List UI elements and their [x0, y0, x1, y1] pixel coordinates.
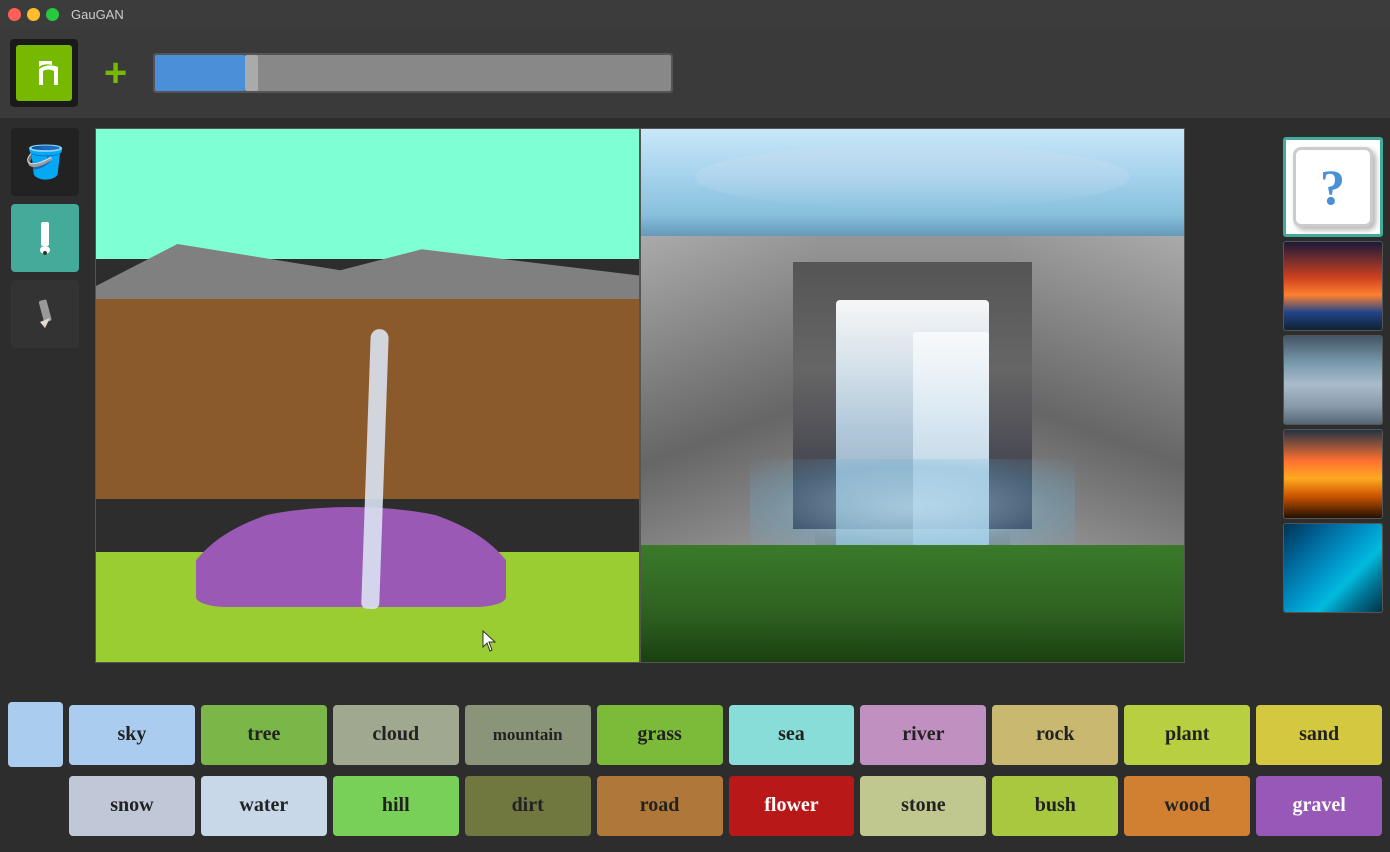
palette-row-2: snow water hill dirt road flower stone b…	[8, 773, 1382, 838]
minimize-button[interactable]	[27, 8, 40, 21]
palette-flower[interactable]: flower	[729, 776, 855, 836]
palette-row-1: sky tree cloud mountain grass sea river …	[8, 702, 1382, 767]
pencil-icon	[27, 296, 63, 332]
maximize-button[interactable]	[46, 8, 59, 21]
brush-tool[interactable]	[11, 204, 79, 272]
palette-river[interactable]: river	[860, 705, 986, 765]
palette-snow[interactable]: snow	[69, 776, 195, 836]
palette-gravel[interactable]: gravel	[1256, 776, 1382, 836]
main-content: 🪣	[0, 118, 1390, 697]
titlebar: GauGAN	[0, 0, 1390, 28]
drawing-canvas[interactable]	[95, 128, 640, 663]
palette-bush[interactable]: bush	[992, 776, 1118, 836]
wf-clouds	[695, 145, 1129, 209]
palette-hill[interactable]: hill	[333, 776, 459, 836]
output-canvas	[640, 128, 1185, 663]
canvas-sky-layer	[96, 129, 639, 259]
palette-sea[interactable]: sea	[729, 705, 855, 765]
thumbnail-sunset2[interactable]	[1283, 429, 1383, 519]
thumbnail-clouds[interactable]	[1283, 335, 1383, 425]
palette-dirt[interactable]: dirt	[465, 776, 591, 836]
brush-size-slider[interactable]	[245, 55, 671, 91]
palette-water[interactable]: water	[201, 776, 327, 836]
nvidia-icon	[24, 57, 64, 89]
palette-stone[interactable]: stone	[860, 776, 986, 836]
right-thumbnail-panel: ?	[1275, 118, 1390, 697]
pencil-tool[interactable]	[11, 280, 79, 348]
color-swatch[interactable]	[155, 55, 245, 91]
palette-rock[interactable]: rock	[992, 705, 1118, 765]
palette-sky[interactable]: sky	[69, 705, 195, 765]
nvidia-logo	[10, 39, 78, 107]
canvas-river-layer	[196, 507, 506, 607]
wf-vegetation	[641, 545, 1184, 662]
palette-grass[interactable]: grass	[597, 705, 723, 765]
palette-mountain[interactable]: mountain	[465, 705, 591, 765]
brush-icon	[27, 220, 63, 256]
current-color-swatch	[8, 702, 63, 767]
canvas-area	[90, 118, 1275, 697]
dice-icon: ?	[1293, 147, 1373, 227]
palette-road[interactable]: road	[597, 776, 723, 836]
close-button[interactable]	[8, 8, 21, 21]
plus-icon: +	[104, 53, 127, 93]
palette-plant[interactable]: plant	[1124, 705, 1250, 765]
thumbnail-sunset1[interactable]	[1283, 241, 1383, 331]
palette-sand[interactable]: sand	[1256, 705, 1382, 765]
paint-bucket-icon: 🪣	[25, 143, 65, 181]
bottom-palette: sky tree cloud mountain grass sea river …	[0, 697, 1390, 852]
toolbar: +	[0, 28, 1390, 118]
app-title: GauGAN	[71, 7, 124, 22]
paint-bucket-tool[interactable]: 🪣	[11, 128, 79, 196]
palette-cloud[interactable]: cloud	[333, 705, 459, 765]
add-button[interactable]: +	[88, 46, 143, 101]
palette-tree[interactable]: tree	[201, 705, 327, 765]
waterfall-scene	[641, 129, 1184, 662]
thumbnail-wave[interactable]	[1283, 523, 1383, 613]
thumbnail-random[interactable]: ?	[1283, 137, 1383, 237]
palette-wood[interactable]: wood	[1124, 776, 1250, 836]
toolbar-options	[153, 53, 673, 93]
wf-mist	[750, 459, 1076, 555]
left-toolbar: 🪣	[0, 118, 90, 697]
